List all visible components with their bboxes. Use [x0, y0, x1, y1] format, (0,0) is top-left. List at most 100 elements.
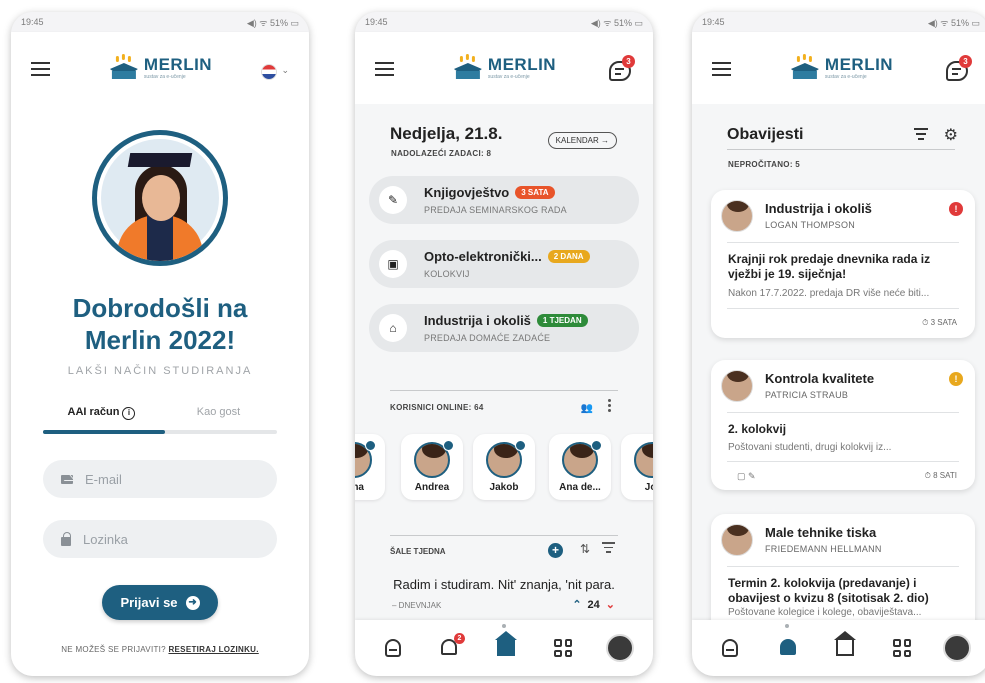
filter-icon[interactable] [602, 542, 615, 556]
status-icons: ◀) ᯤ 51% ▭ [246, 17, 299, 28]
nav-backpack[interactable] [381, 636, 405, 660]
notification-time: ⏱ 8 SATI [924, 471, 957, 480]
phone-notifications: 19:45 ◀) ᯤ 51% ▭ MERLIN sustav za e-učen… [692, 12, 985, 676]
online-user-card[interactable]: lana [355, 434, 385, 500]
logo-name: MERLIN [143, 55, 213, 74]
notification-headline: Krajnji rok predaje dnevnika rada iz vje… [728, 252, 931, 281]
nav-home[interactable] [494, 631, 518, 660]
password-field[interactable] [43, 520, 277, 558]
tab-indicator-track [43, 430, 277, 434]
joke-source: – DNEVNJAK [392, 601, 442, 610]
tab-guest[interactable]: Kao gost [160, 406, 277, 420]
warning-icon: ! [949, 372, 963, 386]
users-icon[interactable]: 👥 [581, 403, 593, 414]
croatian-flag-icon[interactable] [261, 64, 277, 80]
notifications-body: Obavijesti ⚙ NEPROČITANO: 5 Industrija i… [692, 104, 985, 620]
grid-icon [554, 639, 572, 657]
logo-subtitle: sustav za e-učenje [487, 74, 530, 80]
profile-avatar[interactable] [606, 634, 634, 662]
menu-icon[interactable] [31, 62, 50, 76]
chat-icon[interactable]: 3 [609, 55, 635, 81]
task-item[interactable]: ▣ Opto-elektronički... 2 DANA KOLOKVIJ [369, 240, 639, 288]
notification-badge: 2 [454, 633, 465, 644]
task-title: Industrija i okoliš 1 TJEDAN [424, 313, 588, 328]
reset-password-link[interactable]: RESETIRAJ LOZINKU. [168, 645, 258, 654]
notification-card[interactable]: Male tehnike tiska FRIEDEMANN HELLMANN T… [711, 514, 975, 620]
online-user-card[interactable]: Jol [621, 434, 653, 500]
more-options-icon[interactable] [608, 399, 611, 413]
menu-icon[interactable] [712, 62, 731, 76]
menu-icon[interactable] [375, 62, 394, 76]
notification-author: PATRICIA STRAUB [765, 390, 849, 400]
avatar [721, 370, 753, 402]
pen-icon: ✎ [379, 186, 407, 214]
logo-name: MERLIN [487, 55, 557, 74]
login-button[interactable]: Prijavi se ➜ [102, 585, 218, 620]
tab-aai-account[interactable]: AAI račun i [43, 406, 160, 420]
avatar [721, 200, 753, 232]
online-user-card[interactable]: Andrea [401, 434, 463, 500]
login-body: Dobrodošli na Merlin 2022! LAKŠI NAČIN S… [11, 104, 309, 676]
notification-time: ⏱ 3 SATA [922, 318, 957, 327]
online-user-card[interactable]: Ana de... [549, 434, 611, 500]
bell-icon [780, 639, 796, 655]
attachment-icon[interactable]: ▢ ✎ [737, 471, 756, 482]
chat-icon[interactable]: 3 [946, 55, 972, 81]
notification-card[interactable]: Industrija i okoliš LOGAN THOMPSON ! Kra… [711, 190, 975, 338]
filter-icon[interactable] [914, 128, 928, 143]
nav-backpack[interactable] [718, 636, 742, 660]
task-subtitle: PREDAJA SEMINARSKOG RADA [424, 205, 567, 215]
avatar [634, 442, 653, 478]
home-icon [834, 631, 856, 656]
joke-text: Radim i studiram. Nit' znanja, 'nit para… [393, 577, 615, 592]
notification-headline: 2. kolokvij [728, 422, 787, 436]
arrow-right-icon: ➜ [185, 595, 200, 610]
email-input[interactable] [85, 471, 255, 487]
upcoming-tasks-count: NADOLAZEĆI ZADACI: 8 [391, 149, 492, 158]
nav-home[interactable] [833, 631, 857, 660]
chevron-down-icon[interactable]: ⌄ [281, 65, 289, 76]
info-icon[interactable]: i [122, 407, 136, 420]
calendar-button[interactable]: KALENDAR → [547, 132, 617, 149]
chat-bubble-icon [443, 440, 454, 451]
notification-card[interactable]: Kontrola kvalitete PATRICIA STRAUB ! 2. … [711, 360, 975, 490]
chat-badge: 3 [622, 55, 635, 68]
add-icon[interactable]: + [548, 543, 563, 558]
weekly-jokes-label: ŠALE TJEDNA [390, 547, 446, 556]
phone-login: 19:45 ◀) ᯤ 51% ▭ MERLIN sustav za e-učen… [11, 12, 309, 676]
nav-apps[interactable] [890, 636, 914, 660]
status-icons: ◀) ᯤ 51% ▭ [590, 17, 643, 28]
task-item[interactable]: ✎ Knjigovještvo 3 SATA PREDAJA SEMINARSKO… [369, 176, 639, 224]
login-tabs: AAI račun i Kao gost [43, 406, 277, 420]
divider [727, 149, 955, 150]
nav-notifications[interactable]: 2 [437, 633, 465, 660]
online-user-card[interactable]: Jakob [473, 434, 535, 500]
chat-badge: 3 [959, 55, 972, 68]
nav-apps[interactable] [551, 636, 575, 660]
notification-headline: Termin 2. kolokvija (predavanje) i obavi… [728, 576, 929, 605]
email-field[interactable] [43, 460, 277, 498]
password-input[interactable] [83, 531, 253, 547]
homework-icon: ⌂ [379, 314, 407, 342]
vote-count: 24 [587, 598, 600, 611]
nav-indicator [785, 624, 789, 628]
task-subtitle: KOLOKVIJ [424, 269, 470, 279]
tab-indicator [43, 430, 165, 434]
merlin-logo: MERLIN sustav za e-učenje [452, 54, 557, 80]
logo-mark-icon [789, 54, 821, 80]
nav-notifications[interactable] [776, 636, 800, 660]
notification-course: Kontrola kvalitete [765, 371, 875, 386]
notification-course: Male tehnike tiska [765, 525, 877, 540]
sort-icon[interactable]: ⇅ [580, 542, 590, 556]
task-item[interactable]: ⌂ Industrija i okoliš 1 TJEDAN PREDAJA DO… [369, 304, 639, 352]
profile-avatar[interactable] [943, 634, 971, 662]
chat-bubble-icon [591, 440, 602, 451]
page-title: Obavijesti [727, 126, 804, 143]
upvote-icon[interactable]: ⌃ [572, 598, 581, 611]
downvote-icon[interactable]: ⌄ [606, 598, 615, 611]
chat-bubble-icon [365, 440, 376, 451]
gear-icon[interactable]: ⚙ [944, 125, 958, 145]
graduate-avatar [92, 130, 228, 266]
deadline-chip: 2 DANA [547, 250, 590, 263]
forgot-password: NE MOŽEŠ SE PRIJAVITI? RESETIRAJ LOZINKU… [61, 645, 259, 654]
